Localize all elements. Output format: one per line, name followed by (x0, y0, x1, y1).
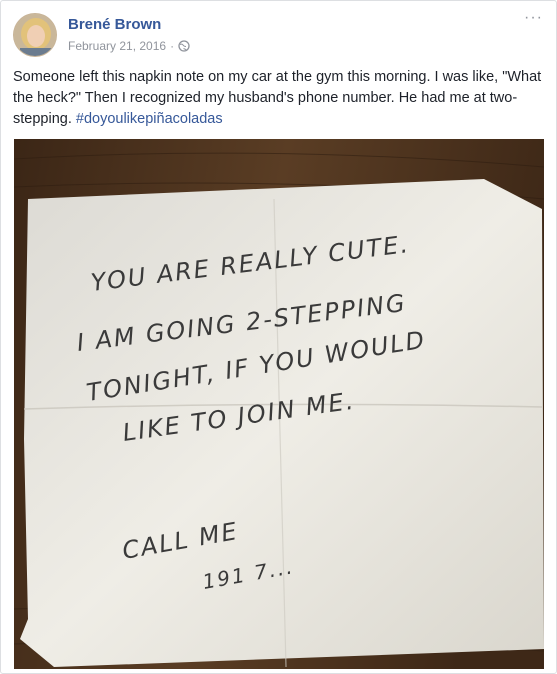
post-meta: February 21, 2016 · (68, 39, 190, 53)
hashtag-link[interactable]: #doyoulikepiñacoladas (76, 111, 223, 127)
meta-separator: · (170, 39, 175, 53)
post-date-link[interactable]: February 21, 2016 (68, 39, 166, 53)
more-options-icon[interactable]: ··· (524, 9, 543, 27)
post-message: Someone left this napkin note on my car … (13, 67, 543, 130)
author-name-link[interactable]: Brené Brown (68, 16, 161, 33)
post-photo[interactable]: YOU ARE REALLY CUTE. I AM GOING 2-STEPPI… (14, 139, 544, 669)
avatar-image (14, 14, 56, 56)
globe-icon[interactable] (178, 40, 190, 52)
author-avatar[interactable] (13, 13, 57, 57)
napkin-note-photo: YOU ARE REALLY CUTE. I AM GOING 2-STEPPI… (14, 139, 544, 669)
post-header: Brené Brown February 21, 2016 · ··· (13, 9, 543, 57)
facebook-post-card: Brené Brown February 21, 2016 · ··· Some… (0, 0, 557, 674)
